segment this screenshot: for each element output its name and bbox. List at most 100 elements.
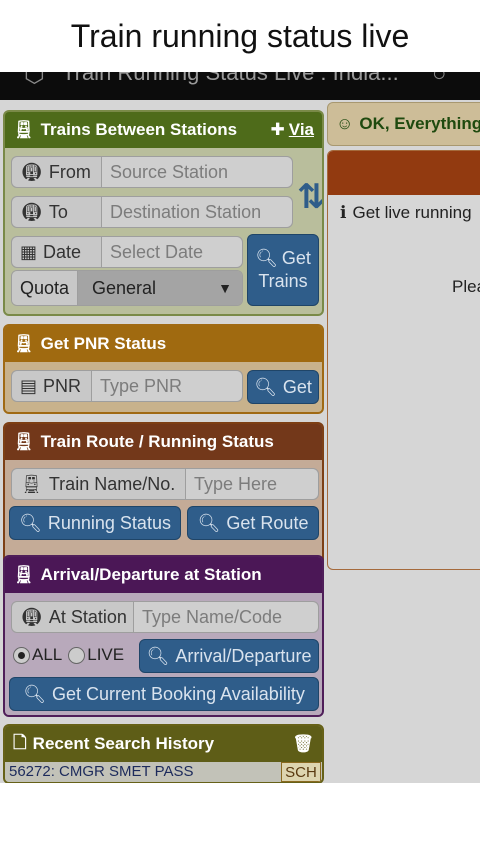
from-label-box: 🚇︎ From: [12, 157, 102, 187]
smile-icon: ☺: [336, 114, 354, 133]
result-panel: ℹ Get live running Plea: [327, 150, 480, 570]
quota-value[interactable]: General ▼: [78, 271, 242, 305]
date-input[interactable]: Select Date: [102, 237, 242, 267]
bottom-blank-area: [0, 783, 480, 854]
history-body: 56272: CMGR SMET PASS SCH: [5, 762, 322, 782]
train-icon: 🚆︎: [13, 334, 35, 353]
get-pnr-button[interactable]: 🔍︎ Get: [247, 370, 319, 404]
date-label-box: ▦ Date: [12, 237, 102, 267]
search-icon: 🔍︎: [146, 645, 170, 666]
pnr-panel: 🚆︎ Get PNR Status ▤ PNR Type PNR 🔍︎ Get: [3, 324, 324, 414]
quota-selected: General: [92, 277, 157, 298]
pnr-label: PNR: [43, 375, 82, 396]
search-icon: 🔍︎: [197, 512, 221, 533]
trains-between-header: 🚆︎ Trains Between Stations ✚ Via: [5, 112, 322, 148]
trains-between-title: Trains Between Stations: [40, 120, 238, 139]
to-input[interactable]: Destination Station: [102, 197, 292, 227]
train-icon: 🚆︎: [20, 473, 43, 494]
trains-between-panel: 🚆︎ Trains Between Stations ✚ Via 🚇︎ From…: [3, 110, 324, 316]
quota-select[interactable]: Quota General ▼: [11, 270, 243, 306]
plus-icon: ✚: [270, 120, 285, 139]
browser-title: Train Running Status Live : India...: [62, 72, 399, 85]
document-icon: 🗋︎: [13, 732, 27, 752]
trains-between-body: 🚇︎ From Source Station 🚇︎ To Destination…: [5, 148, 322, 314]
pnr-field[interactable]: ▤ PNR Type PNR: [11, 370, 243, 402]
get-trains-button[interactable]: 🔍︎ Get Trains: [247, 234, 319, 306]
result-info-text: Get live running: [352, 203, 472, 222]
result-panel-header: [328, 151, 480, 195]
radio-all[interactable]: [13, 646, 30, 664]
history-tag: SCH: [281, 762, 321, 782]
arrival-header: 🚆︎ Arrival/Departure at Station: [5, 557, 322, 593]
train-front-icon: 🚇︎: [20, 201, 43, 222]
at-station-input[interactable]: Type Name/Code: [134, 602, 318, 632]
info-icon: ℹ: [340, 203, 347, 222]
browser-title-bar: ⬡ Train Running Status Live : India... ○: [0, 72, 480, 100]
from-label: From: [48, 161, 91, 182]
arrival-body: 🚇︎ At Station Type Name/Code ALL LIVE 🔍︎…: [5, 593, 322, 715]
at-station-field[interactable]: 🚇︎ At Station Type Name/Code: [11, 601, 319, 633]
from-input[interactable]: Source Station: [102, 157, 292, 187]
running-status-button[interactable]: 🔍︎ Running Status: [9, 506, 181, 540]
quota-label: Quota: [12, 271, 78, 305]
status-banner-text: OK, Everything: [359, 114, 480, 133]
trash-icon[interactable]: 🗑︎: [292, 734, 314, 754]
arrival-departure-label: Arrival/Departure: [175, 645, 312, 666]
pnr-title: Get PNR Status: [40, 334, 167, 353]
get-route-button[interactable]: 🔍︎ Get Route: [187, 506, 319, 540]
search-icon: 🔍︎: [19, 512, 42, 533]
pnr-label-box: ▤ PNR: [12, 371, 92, 401]
pnr-header: 🚆︎ Get PNR Status: [5, 326, 322, 362]
train-name-label-box: 🚆︎ Train Name/No.: [12, 469, 186, 499]
history-title: Recent Search History: [32, 734, 215, 753]
train-name-input[interactable]: Type Here: [186, 469, 318, 499]
swap-stations-icon[interactable]: ⇅: [297, 162, 322, 232]
running-status-label: Running Status: [47, 512, 171, 533]
get-route-label: Get Route: [226, 512, 309, 533]
from-field[interactable]: 🚇︎ From Source Station: [11, 156, 293, 188]
to-field[interactable]: 🚇︎ To Destination Station: [11, 196, 293, 228]
history-item[interactable]: 56272: CMGR SMET PASS: [9, 763, 194, 780]
via-label: Via: [288, 120, 314, 139]
app-screen: ⬡ Train Running Status Live : India... ○…: [0, 72, 480, 783]
id-card-icon: ▤: [20, 375, 38, 396]
arrival-departure-button[interactable]: 🔍︎ Arrival/Departure: [139, 639, 319, 673]
radio-all-label: ALL: [32, 645, 63, 664]
get-pnr-label: Get: [282, 376, 312, 397]
history-header: 🗋︎ Recent Search History 🗑︎: [5, 726, 322, 762]
train-front-icon: 🚇︎: [20, 606, 43, 627]
date-field[interactable]: ▦ Date Select Date: [11, 236, 243, 268]
train-front-icon: 🚇︎: [20, 161, 43, 182]
train-name-field[interactable]: 🚆︎ Train Name/No. Type Here: [11, 468, 319, 500]
via-link[interactable]: ✚ Via: [271, 120, 314, 140]
to-label: To: [48, 201, 68, 222]
search-icon: 🔍︎: [23, 683, 47, 704]
to-label-box: 🚇︎ To: [12, 197, 102, 227]
search-icon: 🔍︎: [254, 376, 277, 397]
route-header: 🚆︎ Train Route / Running Status: [5, 424, 322, 460]
booking-availability-label: Get Current Booking Availability: [52, 683, 305, 704]
shield-icon: ⬡: [24, 72, 45, 88]
result-info: ℹ Get live running: [340, 203, 472, 223]
train-name-label: Train Name/No.: [48, 473, 176, 494]
result-please-text: Plea: [452, 277, 480, 296]
radio-live[interactable]: [68, 646, 86, 664]
calendar-icon: ▦: [20, 241, 38, 262]
get-trains-label-2: Trains: [258, 271, 308, 291]
train-icon: 🚆︎: [13, 432, 35, 451]
status-banner: ☺ OK, Everything: [327, 102, 480, 146]
train-icon: 🚆︎: [13, 565, 35, 584]
at-station-label-box: 🚇︎ At Station: [12, 602, 134, 632]
history-panel: 🗋︎ Recent Search History 🗑︎ 56272: CMGR …: [3, 724, 324, 783]
pnr-body: ▤ PNR Type PNR 🔍︎ Get: [5, 362, 322, 412]
arrival-panel: 🚆︎ Arrival/Departure at Station 🚇︎ At St…: [3, 555, 324, 717]
date-label: Date: [43, 241, 82, 262]
caption-title: Train running status live: [0, 0, 480, 72]
route-title: Train Route / Running Status: [40, 432, 274, 451]
booking-availability-button[interactable]: 🔍︎ Get Current Booking Availability: [9, 677, 319, 711]
menu-icon[interactable]: ○: [432, 72, 447, 88]
pnr-input[interactable]: Type PNR: [92, 371, 242, 401]
at-station-label: At Station: [48, 606, 127, 627]
get-trains-label-1: Get: [281, 248, 311, 268]
search-icon: 🔍︎: [255, 248, 278, 268]
